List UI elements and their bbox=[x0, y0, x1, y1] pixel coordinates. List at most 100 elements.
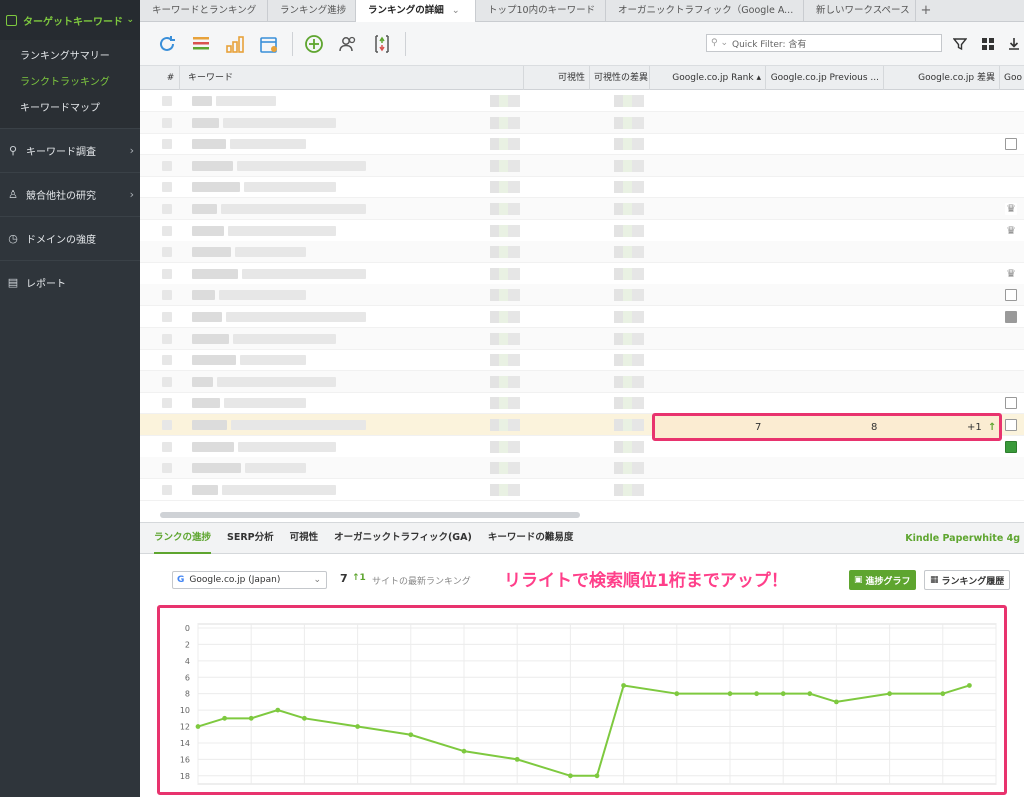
highlighted-row-box[interactable]: 7 8 +1 ↑ bbox=[652, 413, 1002, 441]
bar-chart-icon[interactable] bbox=[222, 31, 248, 57]
redacted-value bbox=[490, 203, 520, 215]
table-row[interactable] bbox=[140, 349, 1024, 372]
tab-keywords-and-ranking[interactable]: キーワードとランキング bbox=[140, 0, 268, 22]
table-row[interactable] bbox=[140, 479, 1024, 501]
table-row[interactable] bbox=[140, 111, 1024, 134]
rank-data-point bbox=[195, 724, 201, 729]
redacted-keyword bbox=[162, 160, 172, 171]
horizontal-scrollbar[interactable] bbox=[160, 512, 580, 518]
table-row[interactable] bbox=[140, 457, 1024, 480]
progress-graph-label: 進捗グラフ bbox=[865, 576, 911, 587]
sort-asc-icon: ▴ bbox=[756, 73, 761, 83]
table-row[interactable] bbox=[140, 392, 1024, 415]
table-row[interactable] bbox=[140, 241, 1024, 264]
redacted-keyword bbox=[162, 333, 172, 344]
sidebar-section-reports[interactable]: ▤ レポート bbox=[0, 260, 140, 304]
redacted-keyword bbox=[192, 204, 217, 214]
redacted-keyword bbox=[222, 484, 336, 495]
add-tab-icon[interactable]: + bbox=[916, 0, 936, 21]
redacted-keyword bbox=[192, 268, 238, 279]
redacted-keyword bbox=[192, 420, 227, 430]
grid-view-icon[interactable] bbox=[978, 34, 998, 54]
rank-data-point bbox=[408, 732, 414, 738]
table-row[interactable] bbox=[140, 154, 1024, 177]
table-row[interactable] bbox=[140, 306, 1024, 328]
table-row[interactable] bbox=[140, 284, 1024, 307]
col-rank[interactable]: Google.co.jp Rank ▴ bbox=[650, 66, 766, 90]
sidebar-item-keyword-map[interactable]: キーワードマップ bbox=[0, 96, 140, 122]
redacted-value bbox=[490, 181, 520, 194]
sidebar-item-rank-tracking[interactable]: ランクトラッキング bbox=[0, 70, 140, 96]
tab-organic-traffic[interactable]: オーガニックトラフィック（Google A... bbox=[606, 0, 804, 22]
quick-filter-input[interactable]: ⚲ ⌄ Quick Filter: 含有 bbox=[706, 34, 942, 52]
progress-graph-button[interactable]: ▣ 進捗グラフ bbox=[849, 570, 916, 590]
list-icon[interactable] bbox=[188, 31, 214, 57]
table-row[interactable] bbox=[140, 133, 1024, 156]
tab-new-workspace[interactable]: 新しいワークスペース bbox=[804, 0, 916, 22]
tab-ranking-progress[interactable]: ランキング進捗 bbox=[268, 0, 356, 22]
y-tick-label: 6 bbox=[185, 673, 190, 682]
sidebar-section-label: 競合他社の研究 bbox=[26, 191, 96, 202]
tab-rank-progress[interactable]: ランクの進捗 bbox=[154, 522, 212, 554]
sidebar-header-target-keywords[interactable]: ターゲットキーワード ⌄ bbox=[0, 0, 140, 40]
col-visibility[interactable]: 可視性 bbox=[524, 66, 590, 90]
search-engine-value: Google.co.jp (Japan) bbox=[189, 575, 281, 585]
redacted-value bbox=[490, 267, 520, 280]
col-keyword[interactable]: キーワード bbox=[184, 66, 524, 90]
ranking-history-button[interactable]: ▦ ランキング履歴 bbox=[924, 570, 1011, 590]
sort-icon[interactable] bbox=[369, 31, 395, 57]
redacted-keyword bbox=[245, 463, 306, 474]
redacted-value bbox=[614, 267, 644, 280]
redacted-keyword bbox=[231, 420, 366, 430]
redacted-value bbox=[614, 311, 644, 323]
rank-data-point bbox=[461, 748, 467, 754]
add-icon[interactable] bbox=[301, 31, 327, 57]
redacted-keyword bbox=[216, 96, 276, 106]
table-row[interactable]: ♛ bbox=[140, 198, 1024, 220]
tab-organic-traffic-ga[interactable]: オーガニックトラフィック(GA) bbox=[334, 522, 472, 554]
tab-ranking-details[interactable]: ランキングの詳細 ⌄ bbox=[356, 0, 476, 22]
redacted-value bbox=[614, 95, 644, 107]
users-icon[interactable] bbox=[335, 31, 361, 57]
sidebar-item-ranking-summary[interactable]: ランキングサマリー bbox=[0, 44, 140, 70]
download-icon[interactable] bbox=[1004, 34, 1024, 54]
col-next[interactable]: Goo bbox=[1000, 66, 1024, 90]
table-row[interactable] bbox=[140, 327, 1024, 350]
redacted-keyword bbox=[162, 355, 172, 366]
chevron-right-icon: › bbox=[129, 144, 134, 157]
redacted-keyword bbox=[235, 247, 306, 258]
calendar-icon[interactable] bbox=[256, 31, 282, 57]
tab-keyword-difficulty[interactable]: キーワードの難易度 bbox=[488, 522, 574, 554]
redacted-value bbox=[614, 483, 644, 496]
tab-serp-analysis[interactable]: SERP分析 bbox=[227, 522, 274, 554]
sidebar-header-label: ターゲットキーワード bbox=[23, 16, 123, 28]
table-header: # キーワード 可視性 可視性の差異 Google.co.jp Rank ▴ G… bbox=[140, 66, 1024, 90]
table-row[interactable] bbox=[140, 370, 1024, 393]
rank-data-point bbox=[807, 691, 813, 697]
redacted-keyword bbox=[162, 398, 172, 409]
redacted-keyword bbox=[223, 117, 336, 128]
table-row[interactable]: ♛ bbox=[140, 220, 1024, 242]
redacted-keyword bbox=[162, 420, 172, 430]
redacted-keyword bbox=[192, 355, 236, 366]
tab-top10-keywords[interactable]: トップ10内のキーワード bbox=[476, 0, 606, 22]
search-engine-select[interactable]: G Google.co.jp (Japan) ⌄ bbox=[172, 571, 327, 589]
col-number[interactable]: # bbox=[162, 66, 180, 90]
refresh-icon[interactable] bbox=[154, 31, 180, 57]
col-visibility-diff[interactable]: 可視性の差異 bbox=[590, 66, 650, 90]
col-diff[interactable]: Google.co.jp 差異 bbox=[884, 66, 1000, 90]
filter-icon[interactable] bbox=[950, 34, 970, 54]
col-previous[interactable]: Google.co.jp Previous ... bbox=[766, 66, 884, 90]
tab-visibility[interactable]: 可視性 bbox=[290, 522, 319, 554]
table-row[interactable] bbox=[140, 176, 1024, 199]
redacted-keyword bbox=[192, 484, 218, 495]
chevron-down-icon[interactable]: ⌄ bbox=[452, 5, 460, 16]
sidebar-section-label: レポート bbox=[26, 279, 66, 290]
sidebar-section-competitors[interactable]: ♙ 競合他社の研究 › bbox=[0, 172, 140, 216]
table-row[interactable]: ♛ bbox=[140, 263, 1024, 285]
redacted-keyword bbox=[242, 268, 366, 279]
sidebar-section-domain-strength[interactable]: ◷ ドメインの強度 bbox=[0, 216, 140, 260]
redacted-keyword bbox=[162, 247, 172, 258]
table-row[interactable] bbox=[140, 90, 1024, 112]
sidebar-section-keyword-research[interactable]: ⚲ キーワード調査 › bbox=[0, 128, 140, 172]
